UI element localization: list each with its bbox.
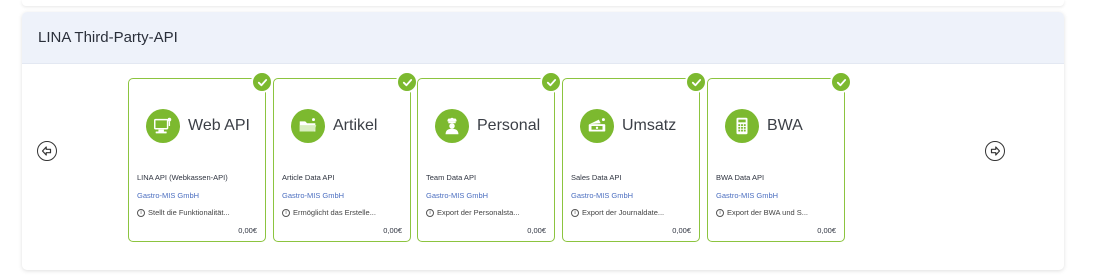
card-title: Umsatz [622,117,677,134]
calculator-icon [725,109,759,143]
api-card-umsatz[interactable]: Umsatz Sales Data API Gastro-MIS GmbH i … [562,71,707,242]
api-card-bwa[interactable]: BWA BWA Data API Gastro-MIS GmbH i Expor… [707,71,852,242]
card-vendor: Gastro-MIS GmbH [137,191,200,200]
chef-icon [435,109,469,143]
card-description: i Export der Journaldate... [571,208,664,217]
panel-header: LINA Third-Party-API [22,12,1064,64]
card-description-text: Export der Personalsta... [437,208,520,217]
card-api-name: LINA API (Webkassen-API) [137,173,228,182]
card-api-name: BWA Data API [716,173,765,182]
info-icon: i [282,208,290,217]
card-price: 0,00€ [817,226,836,235]
carousel-prev-button[interactable] [37,141,57,161]
card-api-name: Article Data API [282,173,335,182]
card-vendor: Gastro-MIS GmbH [571,191,634,200]
card-title: BWA [767,117,803,134]
check-icon [830,71,852,93]
info-icon: i [716,208,724,217]
check-icon [396,71,418,93]
card-vendor: Gastro-MIS GmbH [716,191,779,200]
card-description: i Export der Personalsta... [426,208,520,217]
card-description-text: Stellt die Funktionalität... [148,208,230,217]
card-api-name: Sales Data API [571,173,622,182]
card-price: 0,00€ [383,226,402,235]
check-icon [251,71,273,93]
arrow-left-icon [41,146,52,156]
card-title: Artikel [333,117,378,134]
previous-panel-edge [22,0,1064,6]
folder-icon [291,109,325,143]
check-icon [685,71,707,93]
cash-register-icon [580,109,614,143]
carousel-next-button[interactable] [985,141,1005,161]
card-vendor: Gastro-MIS GmbH [426,191,489,200]
check-icon [540,71,562,93]
card-description: i Ermöglicht das Erstelle... [282,208,376,217]
info-icon: i [137,208,145,217]
card-description-text: Ermöglicht das Erstelle... [293,208,376,217]
api-card-web-api[interactable]: Web API LINA API (Webkassen-API) Gastro-… [128,71,273,242]
info-icon: i [426,208,434,217]
card-price: 0,00€ [527,226,546,235]
card-description: i Stellt die Funktionalität... [137,208,230,217]
card-description-text: Export der Journaldate... [582,208,665,217]
card-api-name: Team Data API [426,173,477,182]
panel-title: LINA Third-Party-API [38,29,178,46]
card-title: Web API [188,117,250,134]
arrow-right-icon [990,146,1001,156]
api-card-personal[interactable]: Personal Team Data API Gastro-MIS GmbH i… [417,71,562,242]
card-price: 0,00€ [238,226,257,235]
card-description: i Export der BWA und S... [716,208,808,217]
api-card-artikel[interactable]: Artikel Article Data API Gastro-MIS GmbH… [273,71,418,242]
info-icon: i [571,208,579,217]
card-price: 0,00€ [672,226,691,235]
card-vendor: Gastro-MIS GmbH [282,191,345,200]
computer-icon [146,109,180,143]
card-title: Personal [477,117,541,134]
card-description-text: Export der BWA und S... [727,208,809,217]
